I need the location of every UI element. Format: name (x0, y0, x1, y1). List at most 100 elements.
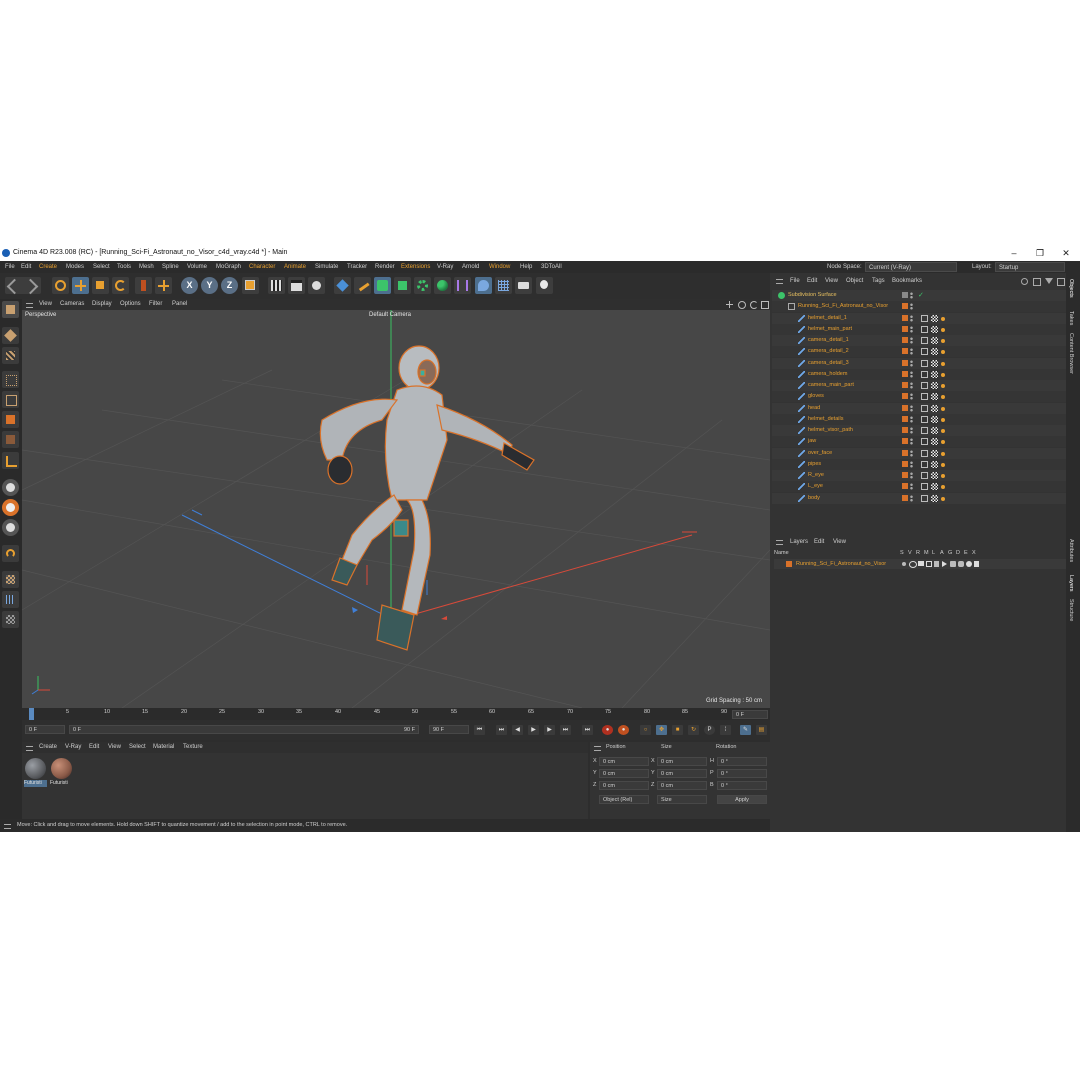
phong-tag-icon[interactable] (921, 427, 928, 434)
key-parameter-button[interactable]: P (704, 725, 715, 735)
texture-tag-icon[interactable] (941, 395, 945, 400)
menu-modes[interactable]: Modes (66, 261, 84, 273)
layer-manager-icon[interactable] (926, 561, 932, 567)
layer-swatch[interactable] (902, 404, 908, 411)
phong-tag-icon[interactable] (921, 359, 928, 367)
object-row[interactable]: camera_detail_2 (772, 346, 1066, 358)
visibility-dots-icon[interactable] (910, 494, 913, 502)
add-button[interactable] (155, 277, 172, 294)
layer-swatch[interactable] (902, 460, 908, 467)
menu-mesh[interactable]: Mesh (139, 261, 154, 273)
layer-menu-layers[interactable]: Layers (790, 536, 808, 548)
material-menu-material[interactable]: Material (153, 742, 174, 753)
texture-tag-icon[interactable] (941, 316, 945, 321)
visibility-dots-icon[interactable] (910, 427, 913, 434)
tab-structure[interactable]: Structure (1068, 599, 1074, 621)
object-name[interactable]: pipes (808, 459, 821, 470)
coordinate-system-button[interactable] (242, 277, 259, 294)
texture-mode-button[interactable] (2, 347, 19, 364)
object-row[interactable]: camera_main_part (772, 380, 1066, 391)
material-menu-vray[interactable]: V-Ray (65, 742, 81, 753)
visibility-dots-icon[interactable] (910, 393, 913, 401)
menu-arnold[interactable]: Arnold (462, 261, 479, 273)
texture-tag-icon[interactable] (941, 339, 945, 343)
layer-swatch[interactable] (902, 359, 908, 366)
material-tag-icon[interactable] (931, 382, 938, 389)
layer-swatch[interactable] (902, 449, 908, 456)
menu-file[interactable]: File (5, 261, 15, 273)
subdivision-button[interactable] (374, 277, 391, 294)
object-name[interactable]: helmet_detail_1 (808, 313, 847, 324)
menu-animate[interactable]: Animate (284, 261, 306, 273)
layer-swatch[interactable] (902, 370, 908, 377)
menu-help[interactable]: Help (520, 261, 532, 273)
position-z-field[interactable]: 0 cm (599, 781, 649, 790)
layer-expression-icon[interactable] (966, 561, 972, 567)
tab-attributes[interactable]: Attributes (1068, 539, 1074, 562)
layer-generator-icon[interactable] (950, 561, 956, 567)
visibility-dots-icon[interactable] (910, 483, 913, 491)
model-mode-button[interactable] (2, 327, 19, 344)
object-name[interactable]: Running_Sci_Fi_Astronaut_no_Visor (798, 301, 888, 312)
phong-tag-icon[interactable] (921, 337, 928, 344)
home-icon[interactable] (1033, 278, 1041, 286)
viewport-move-icon[interactable] (726, 301, 733, 308)
fracture-button[interactable] (434, 277, 451, 294)
move-button[interactable] (72, 277, 89, 294)
visibility-dots-icon[interactable] (910, 404, 913, 412)
material-tag-icon[interactable] (931, 404, 938, 412)
object-row[interactable]: body (772, 492, 1066, 504)
visibility-dots-icon[interactable] (910, 348, 913, 356)
menu-vray[interactable]: V-Ray (437, 261, 453, 273)
menu-select[interactable]: Select (93, 261, 110, 273)
axis-z-button[interactable]: Z (221, 277, 238, 294)
texture-tag-icon[interactable] (941, 440, 945, 445)
object-menu-icon[interactable] (776, 279, 783, 284)
menu-3dtoall[interactable]: 3DToAll (541, 261, 562, 273)
layer-render-icon[interactable] (918, 561, 924, 566)
object-name[interactable]: R_eye (808, 470, 824, 481)
record-button[interactable]: ● (602, 725, 613, 735)
object-name[interactable]: camera_holdem (808, 369, 847, 380)
phong-tag-icon[interactable] (921, 460, 928, 468)
texture-tag-icon[interactable] (941, 474, 945, 478)
layer-name[interactable]: Running_Sci_Fi_Astronaut_no_Visor (796, 559, 886, 569)
render-view-button[interactable] (288, 277, 305, 294)
size-mode-dropdown[interactable]: Size (657, 795, 707, 804)
layer-row[interactable]: Running_Sci_Fi_Astronaut_no_Visor (774, 559, 1066, 569)
object-menu-edit[interactable]: Edit (807, 275, 817, 287)
end-frame-field[interactable]: 90 F (429, 725, 469, 734)
coordinate-mode-dropdown[interactable]: Object (Rel) (599, 795, 649, 804)
layer-swatch[interactable] (902, 337, 908, 343)
object-row[interactable]: helmet_details (772, 413, 1066, 425)
material-swatch[interactable]: Futuristi (24, 757, 47, 787)
texture-tag-icon[interactable] (941, 350, 945, 355)
material-tag-icon[interactable] (931, 337, 938, 344)
viewport-menu-view[interactable]: View (39, 299, 52, 310)
menu-extensions[interactable]: Extensions (401, 261, 430, 273)
phong-tag-icon[interactable] (921, 494, 928, 502)
layer-menu-edit[interactable]: Edit (814, 536, 824, 548)
object-row[interactable]: camera_detail_1 (772, 335, 1066, 346)
camera-button[interactable] (515, 277, 532, 294)
object-menu-bookmarks[interactable]: Bookmarks (892, 275, 922, 287)
material-menu-view[interactable]: View (108, 742, 121, 753)
material-tag-icon[interactable] (931, 370, 938, 378)
size-x-field[interactable]: 0 cm (657, 757, 707, 766)
layer-swatch[interactable] (902, 494, 908, 501)
object-name[interactable]: camera_detail_3 (808, 358, 849, 369)
viewport-toggle-icon[interactable] (761, 301, 769, 309)
3d-viewport[interactable]: Perspective Default Camera Grid Spacing … (22, 310, 770, 708)
next-frame-button[interactable]: ▶ (544, 725, 555, 735)
object-menu-view[interactable]: View (825, 275, 838, 287)
material-tag-icon[interactable] (931, 348, 938, 356)
object-name[interactable]: helmet_visor_path (808, 425, 853, 436)
new-window-icon[interactable] (1057, 278, 1065, 286)
edges-mode-button[interactable] (2, 391, 19, 408)
rotate-button[interactable] (112, 277, 129, 294)
layer-deformer-icon[interactable] (958, 561, 964, 567)
frame-range-slider[interactable]: 0 F 90 F (69, 725, 419, 734)
material-tag-icon[interactable] (931, 427, 938, 434)
material-menu-select[interactable]: Select (129, 742, 146, 753)
visibility-dots-icon[interactable] (910, 370, 913, 378)
